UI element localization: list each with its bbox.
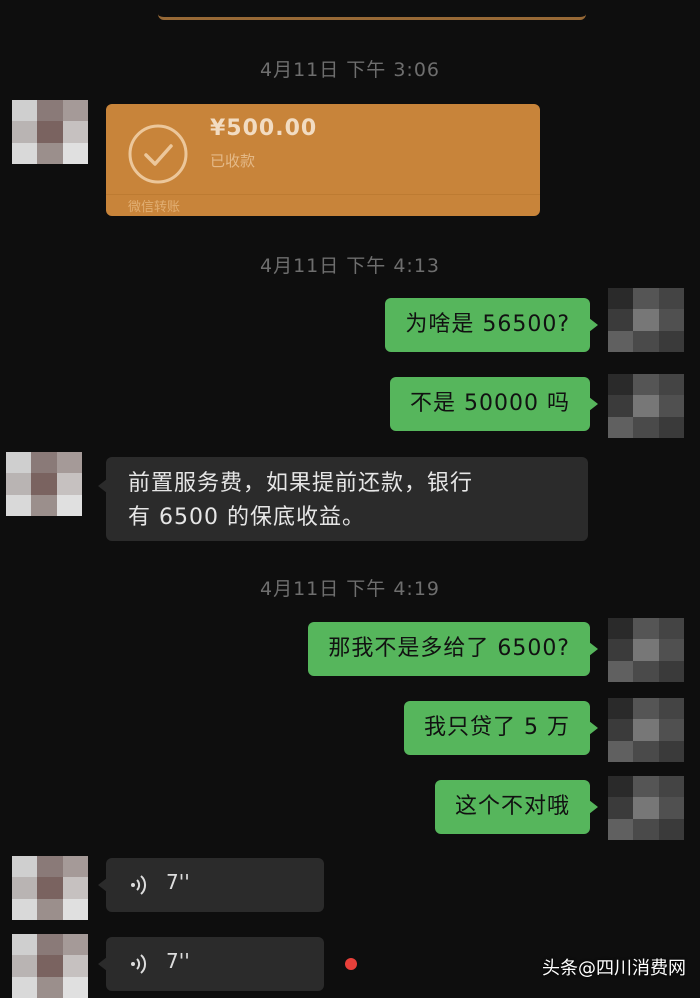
my-avatar[interactable] [608, 374, 684, 438]
contact-avatar[interactable] [12, 100, 88, 164]
timestamp: 4月11日 下午 4:13 [259, 255, 440, 277]
check-circle-icon [128, 124, 188, 184]
watermark: 头条@四川消费网 [542, 958, 686, 979]
timestamp: 4月11日 下午 3:06 [259, 59, 440, 81]
outgoing-message[interactable]: 这个不对哦 [434, 780, 599, 834]
message-line: 前置服务费，如果提前还款，银行 [128, 471, 474, 496]
unread-dot [345, 958, 357, 970]
my-avatar[interactable] [608, 288, 684, 352]
voice-message[interactable]: 7'' [98, 937, 324, 991]
contact-avatar[interactable] [6, 452, 82, 516]
contact-avatar[interactable] [12, 934, 88, 998]
my-avatar[interactable] [608, 698, 684, 762]
outgoing-message[interactable]: 不是 50000 吗 [390, 377, 598, 431]
transfer-status: 已收款 [210, 152, 256, 170]
voice-duration: 7'' [166, 949, 190, 973]
my-avatar[interactable] [608, 618, 684, 682]
chat-screen: 4月11日 下午 3:06 ¥500.00 已收款 微信转账 4月11日 下午 … [0, 0, 700, 998]
outgoing-message[interactable]: 那我不是多给了 6500? [308, 622, 598, 676]
transfer-divider [106, 194, 540, 195]
voice-wave-icon [131, 875, 147, 895]
my-avatar[interactable] [608, 776, 684, 840]
contact-avatar[interactable] [12, 856, 88, 920]
outgoing-message[interactable]: 我只贷了 5 万 [404, 701, 598, 755]
transfer-amount: ¥500.00 [210, 116, 318, 141]
transfer-card[interactable]: ¥500.00 已收款 微信转账 [106, 104, 540, 216]
timestamp: 4月11日 下午 4:19 [259, 578, 440, 600]
transfer-label: 微信转账 [128, 200, 181, 215]
outgoing-message[interactable]: 为啥是 56500? [385, 298, 598, 352]
voice-wave-icon [131, 954, 147, 974]
voice-duration: 7'' [166, 870, 190, 894]
voice-message[interactable]: 7'' [98, 858, 324, 912]
incoming-message[interactable]: 前置服务费，如果提前还款，银行 有 6500 的保底收益。 [98, 457, 588, 541]
message-line: 有 6500 的保底收益。 [128, 505, 365, 530]
previous-transfer-card-edge [158, 12, 586, 20]
